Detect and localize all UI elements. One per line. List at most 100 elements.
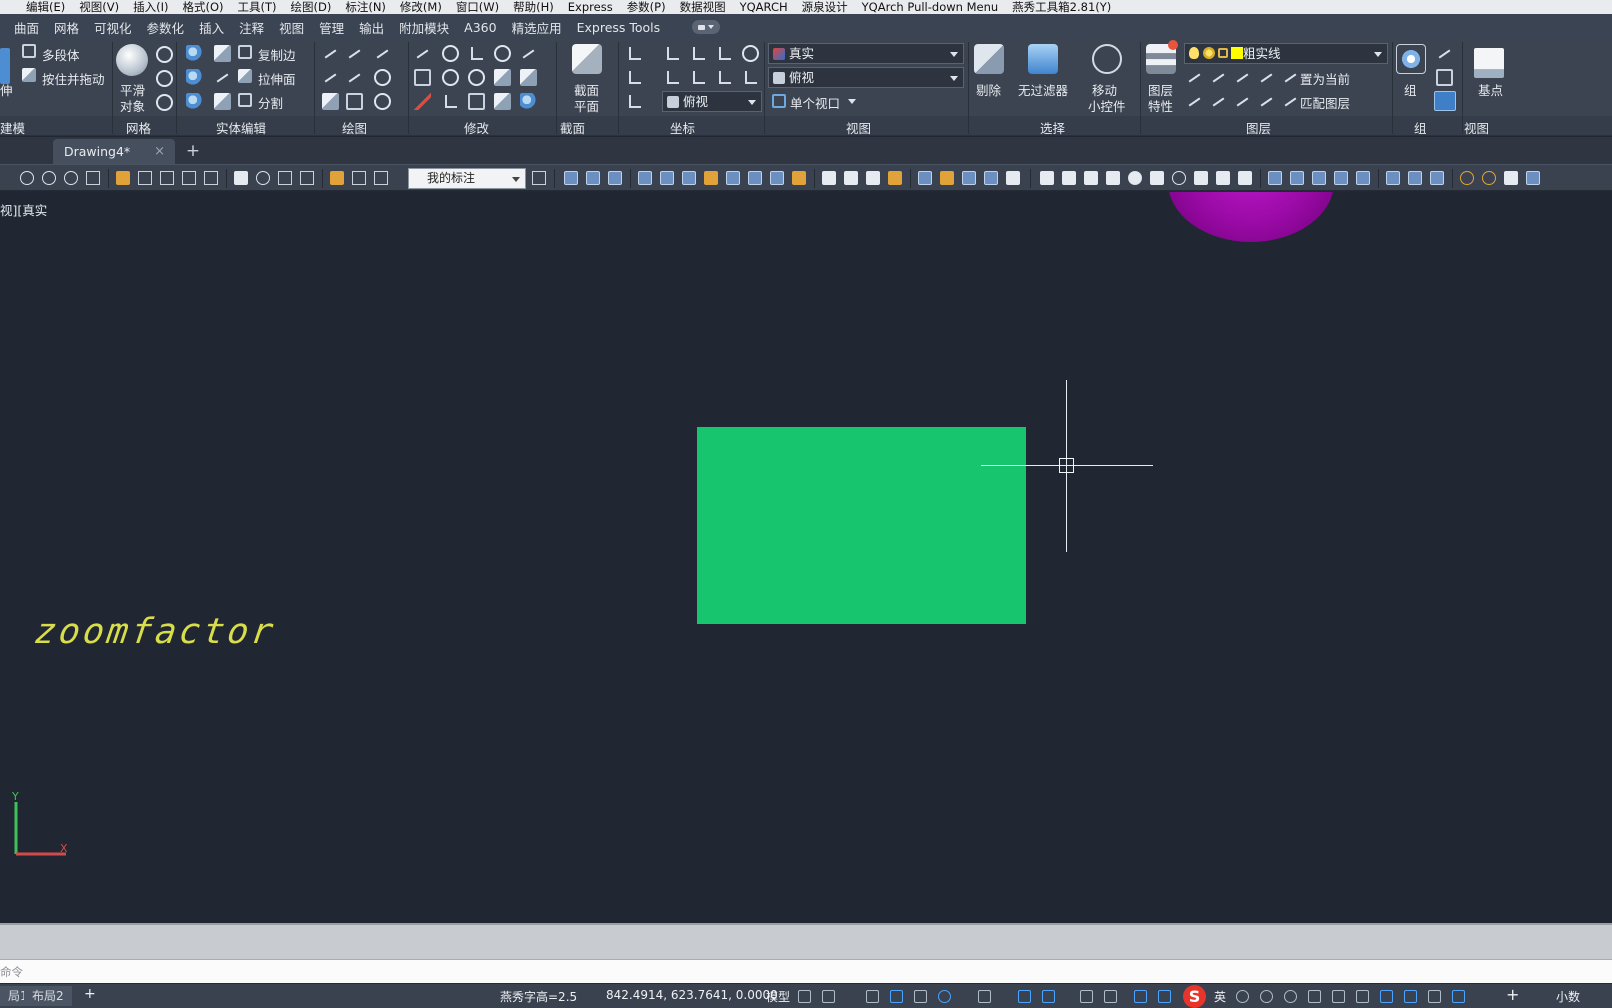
menu-item[interactable]: 格式(O) — [182, 0, 223, 14]
base-point-icon[interactable] — [1474, 48, 1504, 78]
ribbon-tab[interactable]: 管理 — [319, 18, 344, 37]
dim-style-dropdown[interactable]: 我的标注 — [408, 168, 526, 189]
3d-align-icon[interactable] — [1504, 171, 1518, 185]
object-snap-tracking-icon[interactable] — [1018, 990, 1031, 1003]
polar-tracking-icon[interactable] — [938, 990, 951, 1003]
polysolid-icon[interactable] — [1040, 171, 1054, 185]
spline-icon[interactable] — [346, 45, 363, 62]
ellipse-icon[interactable] — [374, 93, 391, 110]
rotate-faces-icon[interactable] — [726, 171, 740, 185]
panel-title-groups[interactable]: 组 — [1414, 118, 1427, 137]
arc-icon[interactable] — [42, 171, 56, 185]
slice-icon[interactable] — [214, 69, 231, 86]
dim-space-icon[interactable] — [204, 171, 218, 185]
pyramid-icon[interactable] — [1194, 171, 1208, 185]
green-rectangle[interactable] — [697, 427, 1026, 624]
ime-toolbox-icon[interactable] — [1332, 990, 1345, 1003]
text-height-indicator[interactable]: 燕秀字高=2.5 — [500, 988, 577, 1005]
shell-icon[interactable] — [940, 171, 954, 185]
ime-moon-icon[interactable] — [1236, 990, 1249, 1003]
ortho-icon[interactable] — [914, 990, 927, 1003]
panel-title-view[interactable]: 视图 — [846, 118, 871, 137]
trim-icon[interactable] — [414, 45, 431, 62]
cull-icon[interactable] — [974, 44, 1004, 74]
circle-icon[interactable] — [20, 171, 34, 185]
extrude-face-button[interactable]: 拉伸面 — [258, 69, 296, 88]
group-edit-icon[interactable] — [1436, 69, 1453, 86]
solid-edit-icon[interactable] — [984, 171, 998, 185]
3d-move-icon[interactable] — [1460, 171, 1474, 185]
group-icon[interactable] — [1396, 44, 1426, 74]
viewport-controls-label[interactable]: 视][真实 — [0, 200, 47, 219]
delete-faces-icon[interactable] — [704, 171, 718, 185]
menu-item[interactable]: Express — [568, 0, 613, 14]
new-tab-button[interactable]: + — [182, 142, 204, 162]
mesh-uncrease-icon[interactable] — [156, 94, 173, 111]
gizmo-icon[interactable] — [442, 93, 459, 110]
intersect-icon[interactable] — [186, 93, 203, 110]
thicken-icon[interactable] — [214, 93, 231, 110]
ucs-3point-icon[interactable] — [742, 69, 759, 86]
revolve-icon[interactable] — [1334, 171, 1348, 185]
close-icon[interactable]: × — [154, 139, 165, 164]
ribbon-tab[interactable]: 注释 — [239, 18, 264, 37]
break-icon[interactable] — [520, 45, 537, 62]
stretch-icon[interactable] — [494, 69, 511, 86]
section-plane-icon[interactable] — [572, 44, 602, 74]
viewport-config-button[interactable]: 单个视口 — [790, 93, 840, 112]
intersect-icon[interactable] — [1430, 171, 1444, 185]
move-faces-icon[interactable] — [660, 171, 674, 185]
rotate-3d-icon[interactable] — [442, 45, 459, 62]
copy-icon[interactable] — [468, 93, 485, 110]
linear-dim-icon[interactable] — [138, 171, 152, 185]
array-icon[interactable] — [494, 45, 511, 62]
ucs-origin-icon[interactable] — [690, 45, 707, 62]
mirror-icon[interactable] — [442, 69, 459, 86]
ucs-view-icon[interactable] — [716, 45, 733, 62]
copy-edge-button[interactable]: 复制边 — [258, 45, 296, 64]
purple-sphere[interactable] — [1168, 192, 1334, 242]
subtract-icon[interactable] — [1408, 171, 1422, 185]
3d-osnap-icon[interactable] — [1158, 990, 1171, 1003]
sweep-icon[interactable] — [1312, 171, 1326, 185]
layer-freeze-icon[interactable] — [1234, 69, 1251, 86]
layer-unisolate-icon[interactable] — [1210, 93, 1227, 110]
mesh-crease-icon[interactable] — [156, 70, 173, 87]
polygon-icon[interactable] — [322, 93, 339, 110]
workspace-icon[interactable] — [1404, 990, 1417, 1003]
offset-modify-icon[interactable] — [494, 93, 511, 110]
smooth-object-label-2[interactable]: 对象 — [120, 96, 145, 115]
annotation-monitor-icon[interactable] — [1428, 990, 1441, 1003]
extrude-faces-icon[interactable] — [638, 171, 652, 185]
extrude-icon[interactable] — [0, 48, 10, 84]
circle-icon[interactable] — [64, 171, 78, 185]
ribbon-tab[interactable]: 精选应用 — [512, 18, 562, 37]
subtract-icon[interactable] — [586, 171, 600, 185]
ucs-named-icon[interactable] — [742, 45, 759, 62]
move-gizmo-label-2[interactable]: 小控件 — [1088, 96, 1126, 115]
ucs-y-icon[interactable] — [690, 69, 707, 86]
ucs-x-icon[interactable] — [664, 69, 681, 86]
panel-title-view2[interactable]: 视图 — [1464, 118, 1489, 137]
subtract-icon[interactable] — [186, 69, 203, 86]
circle-icon[interactable] — [374, 69, 391, 86]
fillet-icon[interactable] — [414, 69, 431, 86]
rectangle-icon[interactable] — [346, 93, 363, 110]
cone-icon[interactable] — [1106, 171, 1120, 185]
ribbon-tab[interactable]: 曲面 — [14, 18, 39, 37]
clean-icon[interactable] — [888, 171, 902, 185]
arc-icon[interactable] — [374, 45, 391, 62]
ucs-world-icon[interactable] — [664, 45, 681, 62]
layer-dropdown[interactable]: 粗实线 — [1184, 43, 1388, 64]
ribbon-tab[interactable]: 输出 — [359, 18, 384, 37]
press-pull-button[interactable]: 按住并拖动 — [42, 69, 105, 88]
ucs-icon[interactable] — [626, 45, 643, 62]
ribbon-tab[interactable]: 插入 — [199, 18, 224, 37]
mesh-refine-icon[interactable] — [156, 46, 173, 63]
units-indicator[interactable]: 小数 — [1556, 988, 1580, 1005]
panel-title-solid-edit[interactable]: 实体编辑 — [216, 118, 266, 137]
tolerance-icon[interactable] — [234, 171, 248, 185]
color-faces-icon[interactable] — [792, 171, 806, 185]
3d-array-icon[interactable] — [1526, 171, 1540, 185]
coordinates-view-dropdown[interactable]: 俯视 — [662, 91, 762, 112]
